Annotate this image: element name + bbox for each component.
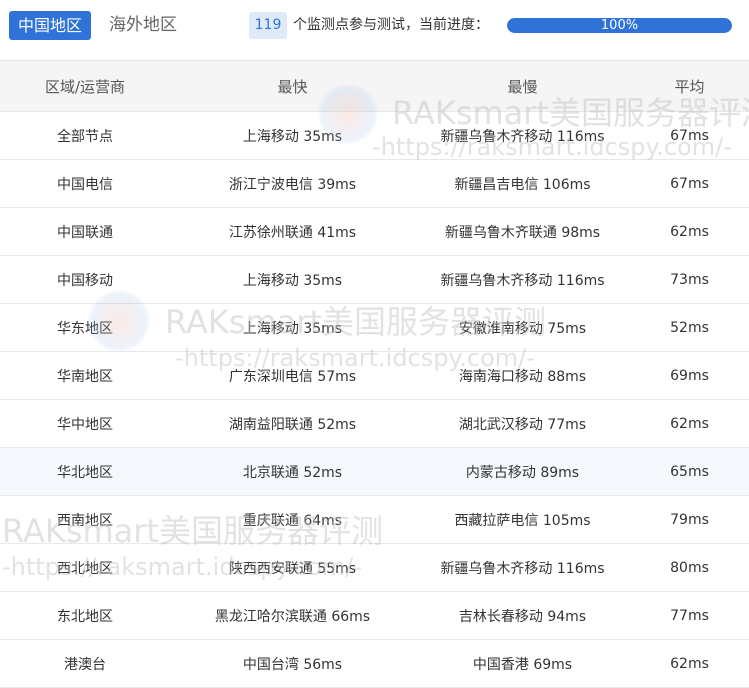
table-row: 华中地区 湖南益阳联通 52ms 湖北武汉移动 77ms 62ms [0,400,749,448]
cell-fastest: 黑龙江哈尔滨联通 66ms [214,608,371,625]
cell-average: 80ms [670,559,709,576]
cell-average: 73ms [670,271,709,288]
cell-slowest: 内蒙古移动 89ms [465,464,580,481]
table-row: 华东地区 上海移动 35ms 安徽淮南移动 75ms 52ms [0,304,749,352]
monitor-count-text: 个监测点参与测试，当前进度： [293,17,489,33]
cell-slowest: 湖北武汉移动 77ms [458,416,587,433]
cell-fastest: 重庆联通 64ms [242,512,343,529]
top-bar: 中国地区 海外地区 119 个监测点参与测试，当前进度： 100% [0,0,749,60]
table-row: 西北地区 陕西西安联通 55ms 新疆乌鲁木齐移动 116ms 80ms [0,544,749,592]
monitor-count-badge: 119 [249,12,287,39]
progress-bar: 100% [507,18,732,33]
table-row: 华北地区 北京联通 52ms 内蒙古移动 89ms 65ms [0,448,749,496]
table-header-row: 区域/运营商 最快 最慢 平均 [0,60,749,112]
tab-overseas[interactable]: 海外地区 [100,11,186,40]
cell-average: 65ms [670,463,709,480]
cell-average: 62ms [670,223,709,240]
tab-china[interactable]: 中国地区 [9,11,91,40]
cell-fastest: 上海移动 35ms [242,320,343,337]
cell-region: 中国移动 [57,272,113,289]
cell-region: 港澳台 [64,656,106,673]
cell-slowest: 新疆乌鲁木齐移动 116ms [440,560,605,577]
cell-fastest: 浙江宁波电信 39ms [228,176,357,193]
cell-average: 79ms [670,511,709,528]
cell-fastest: 陕西西安联通 55ms [228,560,357,577]
cell-region: 华中地区 [57,416,113,433]
cell-average: 62ms [670,415,709,432]
cell-average: 52ms [670,319,709,336]
cell-fastest: 江苏徐州联通 41ms [228,224,357,241]
cell-average: 62ms [670,655,709,672]
cell-slowest: 海南海口移动 88ms [458,368,587,385]
table-row: 中国电信 浙江宁波电信 39ms 新疆昌吉电信 106ms 67ms [0,160,749,208]
cell-region: 中国联通 [57,224,113,241]
table-row: 华南地区 广东深圳电信 57ms 海南海口移动 88ms 69ms [0,352,749,400]
progress-label: 100% [600,18,639,33]
header-average[interactable]: 平均 [630,61,749,111]
cell-region: 华北地区 [57,464,113,481]
table-row: 中国联通 江苏徐州联通 41ms 新疆乌鲁木齐联通 98ms 62ms [0,208,749,256]
table-row: 港澳台 中国台湾 56ms 中国香港 69ms 62ms [0,640,749,688]
table-row: 中国移动 上海移动 35ms 新疆乌鲁木齐移动 116ms 73ms [0,256,749,304]
table-row: 全部节点 上海移动 35ms 新疆乌鲁木齐移动 116ms 67ms [0,112,749,160]
cell-slowest: 中国香港 69ms [472,656,573,673]
cell-fastest: 中国台湾 56ms [242,656,343,673]
cell-average: 67ms [670,127,709,144]
cell-fastest: 上海移动 35ms [242,128,343,145]
results-table: 区域/运营商 最快 最慢 平均 全部节点 上海移动 35ms 新疆乌鲁木齐移动 11… [0,60,749,688]
cell-fastest: 湖南益阳联通 52ms [228,416,357,433]
cell-fastest: 广东深圳电信 57ms [228,368,357,385]
cell-average: 69ms [670,367,709,384]
cell-slowest: 西藏拉萨电信 105ms [454,512,591,529]
cell-fastest: 上海移动 35ms [242,272,343,289]
cell-slowest: 吉林长春移动 94ms [458,608,587,625]
cell-fastest: 北京联通 52ms [242,464,343,481]
cell-average: 77ms [670,607,709,624]
cell-slowest: 安徽淮南移动 75ms [458,320,587,337]
cell-region: 东北地区 [57,608,113,625]
table-row: 西南地区 重庆联通 64ms 西藏拉萨电信 105ms 79ms [0,496,749,544]
cell-region: 中国电信 [57,176,113,193]
cell-region: 西北地区 [57,560,113,577]
cell-slowest: 新疆乌鲁木齐联通 98ms [444,224,601,241]
table-row: 东北地区 黑龙江哈尔滨联通 66ms 吉林长春移动 94ms 77ms [0,592,749,640]
cell-slowest: 新疆乌鲁木齐移动 116ms [440,272,605,289]
cell-region: 全部节点 [57,128,113,145]
cell-slowest: 新疆乌鲁木齐移动 116ms [440,128,605,145]
cell-region: 华东地区 [57,320,113,337]
cell-region: 华南地区 [57,368,113,385]
cell-slowest: 新疆昌吉电信 106ms [454,176,591,193]
cell-region: 西南地区 [57,512,113,529]
header-fastest[interactable]: 最快 [170,61,415,111]
header-slowest[interactable]: 最慢 [415,61,630,111]
header-region[interactable]: 区域/运营商 [0,61,170,111]
cell-average: 67ms [670,175,709,192]
